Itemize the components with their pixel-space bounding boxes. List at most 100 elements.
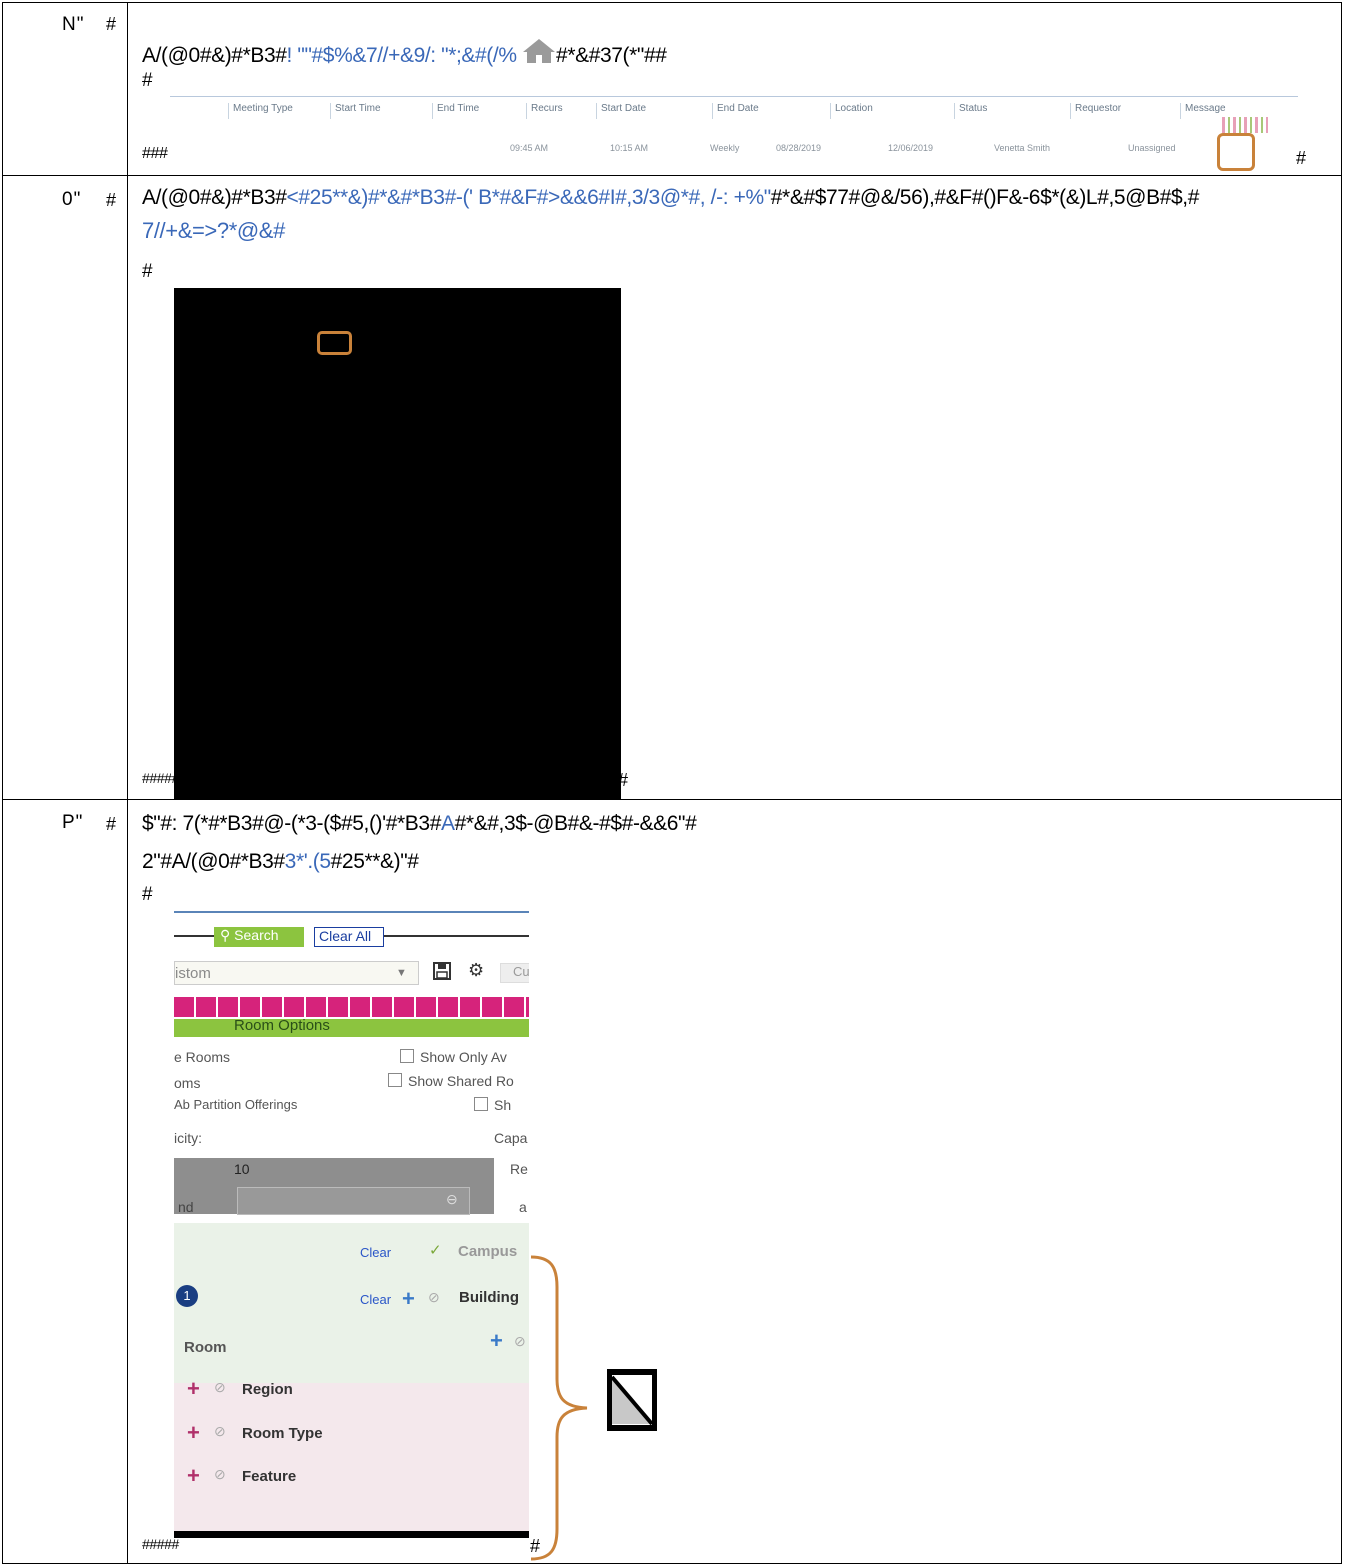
instruction-link[interactable]: A (441, 812, 455, 835)
step-instruction: 2"#A/(@0#*B3#3*'.(5#25**&)"# (142, 850, 419, 874)
option-label: Ab Partition Offerings (174, 1097, 298, 1112)
column-header[interactable]: Location (830, 103, 873, 119)
show-shared-checkbox[interactable]: Show Shared Ro (388, 1073, 514, 1089)
checkbox-option[interactable]: Sh (474, 1097, 511, 1113)
instruction-text: #25**&)"# (330, 850, 419, 873)
clear-input-icon[interactable]: ⊖ (446, 1191, 458, 1208)
table-cell: 12/06/2019 (888, 143, 934, 153)
filter-campus[interactable]: Campus (458, 1243, 517, 1260)
search-label: Search (234, 927, 279, 943)
instruction-link[interactable]: 3*'.(5 (285, 850, 331, 873)
column-header[interactable]: End Time (432, 103, 479, 119)
column-header[interactable]: End Date (712, 103, 759, 119)
exclude-icon[interactable]: ⊘ (428, 1289, 440, 1306)
tab-strip (174, 997, 529, 1017)
instruction-text: A/(@0#&)#*B3# (142, 186, 287, 209)
capacity-label: icity: (174, 1130, 202, 1146)
step-instruction: A/(@0#&)#*B3#! ""#$%&7//+&9/: "*;&#(/% #… (142, 38, 667, 68)
field-label: a (519, 1199, 527, 1215)
plus-icon[interactable]: + (402, 1288, 415, 1310)
instruction-text: A/(@0#&)#*B3# (142, 44, 287, 67)
plus-icon[interactable]: + (490, 1330, 503, 1352)
ramp-icon (607, 1369, 657, 1431)
step-hash: # (106, 814, 117, 834)
checkbox-icon (400, 1049, 414, 1063)
exclude-icon[interactable]: ⊘ (214, 1423, 226, 1440)
results-table: Meeting Type Start Time End Time Recurs … (170, 96, 1298, 155)
checkbox-label: Show Only Av (420, 1049, 507, 1065)
column-header[interactable]: Start Date (596, 103, 646, 119)
exclude-icon[interactable]: ⊘ (214, 1466, 226, 1483)
chevron-down-icon[interactable]: ▼ (396, 967, 407, 979)
screenshot-placeholder (174, 288, 621, 799)
column-header[interactable]: Requestor (1070, 103, 1121, 119)
home-icon (523, 39, 556, 63)
saved-search-select[interactable]: istom (174, 961, 419, 985)
check-icon[interactable]: ✓ (429, 1241, 442, 1259)
table-cell: Weekly (710, 143, 740, 153)
checkbox-icon (388, 1073, 402, 1087)
filter-feature[interactable]: Feature (242, 1468, 296, 1485)
instruction-text: 2"#A/(@0#*B3# (142, 850, 285, 873)
panel-top-border (174, 911, 529, 913)
exclude-icon[interactable]: ⊘ (214, 1379, 226, 1396)
end-hash: # (1296, 148, 1307, 168)
instruction-text: #*&#$77#@&/56),#&F#()F&-6$*(&)L#,5@B#$,# (770, 186, 1200, 209)
filter-room-type[interactable]: Room Type (242, 1425, 323, 1442)
instruction-link[interactable]: 7//+&=>?*@&# (142, 218, 285, 244)
instruction-link[interactable]: ! ""#$%&7//+&9/: "*;&#(/% (287, 44, 517, 67)
plus-icon[interactable]: + (187, 1378, 200, 1400)
step-line: ### (142, 145, 168, 162)
step-line: # (142, 261, 153, 282)
row-divider (2, 799, 1342, 800)
gear-icon[interactable]: ⚙ (468, 960, 484, 981)
room-options-header[interactable]: Room Options (174, 1018, 529, 1037)
show-available-checkbox[interactable]: Show Only Av (400, 1049, 507, 1065)
column-header[interactable]: Message (1180, 103, 1226, 119)
step-hash: # (106, 190, 117, 210)
table-cell: Unassigned (1128, 143, 1176, 153)
step-instruction: $"#: 7(*#*B3#@-(*3-($#5,()'#*B3#A#*&#,3$… (142, 812, 697, 836)
clear-building-link[interactable]: Clear (360, 1292, 391, 1307)
column-header[interactable]: Status (954, 103, 987, 119)
step-instruction: A/(@0#&)#*B3#<#25**&)#*&#*B3#-(' B*#&F#>… (142, 186, 1199, 210)
column-divider (127, 2, 128, 1564)
option-label: e Rooms (174, 1049, 231, 1065)
clear-campus-link[interactable]: Clear (360, 1245, 391, 1260)
save-icon[interactable] (432, 961, 452, 981)
filter-room[interactable]: Room (184, 1339, 227, 1356)
column-header[interactable]: Start Time (330, 103, 381, 119)
column-header[interactable]: Meeting Type (228, 103, 293, 119)
capacity-input[interactable]: 10 (234, 1161, 250, 1177)
step-line: ##### (142, 1536, 179, 1552)
plus-icon[interactable]: + (187, 1422, 200, 1444)
clear-all-button[interactable]: Clear All (314, 927, 384, 947)
cu-button[interactable]: Cu (500, 963, 529, 983)
plus-icon[interactable]: + (187, 1465, 200, 1487)
table-row[interactable]: 09:45 AM 10:15 AM Weekly 08/28/2019 12/0… (170, 139, 1298, 157)
table-cell: 10:15 AM (610, 143, 649, 153)
field-label: nd (178, 1199, 194, 1215)
checkbox-label: Sh (494, 1097, 512, 1113)
filter-building[interactable]: Building (459, 1289, 519, 1306)
instruction-link[interactable]: <#25**&)#*&#*B3#-(' B*#&F#>&&6#I#,3/3@*#… (287, 186, 706, 209)
step-number: N" (62, 14, 85, 35)
exclude-icon[interactable]: ⊘ (514, 1333, 526, 1350)
step-hash: # (106, 14, 117, 34)
column-header[interactable]: Recurs (526, 103, 563, 119)
step-line: # (142, 70, 153, 91)
search-icon: ⚲ (220, 927, 231, 943)
instruction-link[interactable]: /-: +%" (705, 186, 772, 209)
row-divider (2, 175, 1342, 176)
instruction-text: #*&#37(*"## (556, 44, 667, 67)
option-label: oms (174, 1075, 201, 1091)
scroll-indicator (1222, 117, 1268, 133)
filter-region[interactable]: Region (242, 1381, 293, 1398)
step-line: # (142, 884, 153, 905)
panel-bottom-edge (174, 1531, 529, 1538)
table-cell: 08/28/2019 (776, 143, 822, 153)
step-line: ##### (142, 770, 179, 786)
search-input[interactable] (237, 1187, 470, 1215)
search-button[interactable]: ⚲ Search (214, 927, 304, 947)
table-cell: Venetta Smith (994, 143, 1051, 153)
